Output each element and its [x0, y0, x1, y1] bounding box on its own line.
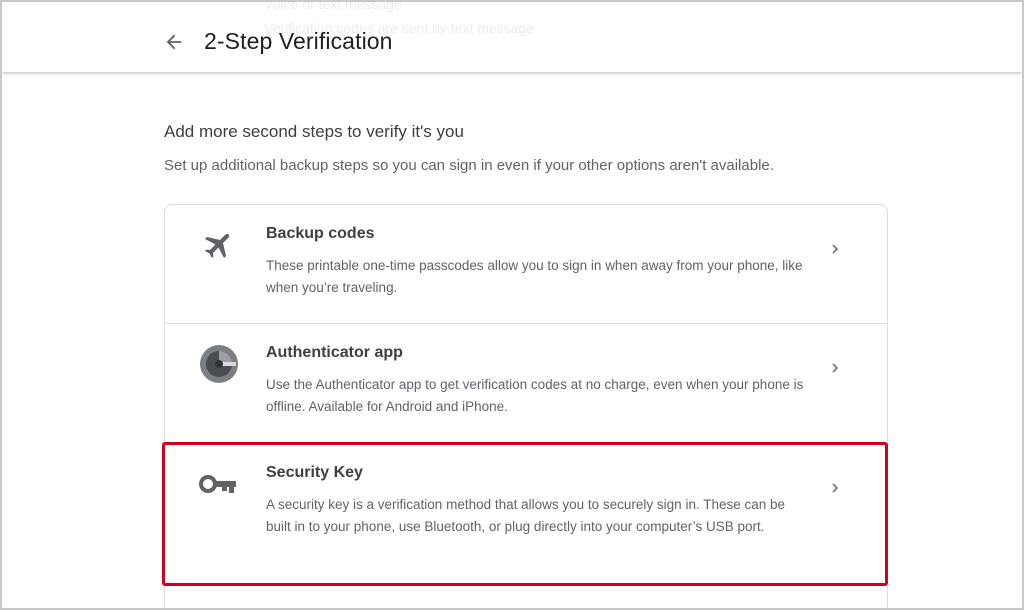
- scrolled-content-ghost: Voice or text message: [264, 0, 402, 12]
- airplane-icon: [199, 225, 239, 265]
- arrow-back-icon: [166, 34, 182, 50]
- section-heading: Add more second steps to verify it's you: [164, 122, 464, 141]
- option-title: Security Key: [266, 464, 363, 481]
- main-content: Add more second steps to verify it's you…: [2, 72, 1022, 608]
- back-button[interactable]: [158, 26, 190, 58]
- option-description: These printable one-time passcodes allow…: [266, 258, 803, 295]
- option-authenticator-app[interactable]: Authenticator app Use the Authenticator …: [165, 324, 887, 444]
- option-backup-codes[interactable]: Backup codes These printable one-time pa…: [165, 205, 887, 324]
- option-description: Use the Authenticator app to get verific…: [266, 377, 804, 414]
- page-title: 2-Step Verification: [204, 28, 393, 54]
- option-security-key[interactable]: Security Key A security key is a verific…: [165, 444, 887, 584]
- key-icon: [199, 464, 239, 504]
- top-app-bar: Voice or text message Verification codes…: [2, 2, 1022, 72]
- option-title: Backup codes: [266, 225, 375, 242]
- authenticator-icon: [199, 344, 239, 384]
- section-description: Set up additional backup steps so you ca…: [164, 157, 774, 174]
- chevron-right-icon: [825, 478, 845, 498]
- option-title: Authenticator app: [266, 344, 403, 361]
- chevron-right-icon: [825, 358, 845, 378]
- chevron-right-icon: [825, 239, 845, 259]
- option-description: A security key is a verification method …: [266, 497, 786, 534]
- screenshot-frame: Voice or text message Verification codes…: [0, 0, 1024, 610]
- second-steps-card: Backup codes These printable one-time pa…: [164, 204, 888, 608]
